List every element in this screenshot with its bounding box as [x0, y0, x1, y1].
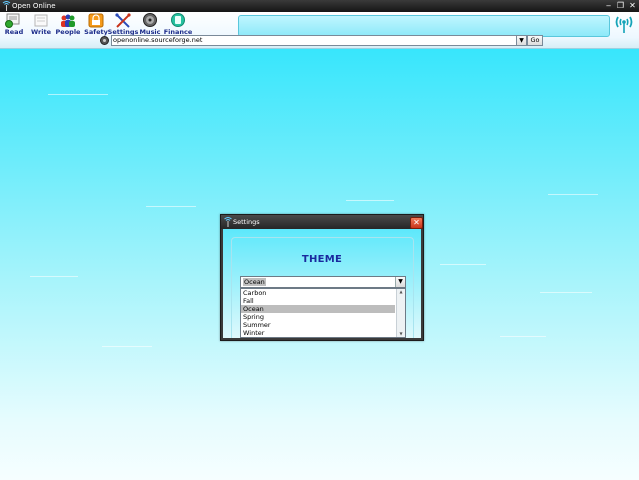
go-button[interactable]: Go: [527, 35, 543, 46]
chevron-down-icon[interactable]: ▼: [516, 35, 527, 46]
list-item[interactable]: Spring: [241, 313, 395, 321]
chevron-down-icon[interactable]: ▼: [395, 277, 405, 287]
app-logo-icon: [224, 217, 232, 227]
top-banner: [238, 15, 610, 37]
finance-icon: [171, 13, 185, 27]
chevron-up-icon[interactable]: ▲: [397, 289, 405, 295]
list-scrollbar[interactable]: ▲ ▼: [396, 289, 405, 337]
signal-icon: [615, 16, 633, 33]
dialog-title-bar[interactable]: Settings ✕: [221, 215, 423, 229]
toolbar: Read Write People Safety Settings Music …: [0, 12, 639, 49]
minimize-icon[interactable]: ‒: [604, 1, 613, 11]
list-item[interactable]: Winter: [241, 329, 395, 337]
app-logo-icon: [2, 1, 11, 11]
safety-icon: [88, 13, 104, 28]
background-streak: [30, 276, 78, 277]
music-icon: [143, 13, 157, 27]
close-icon[interactable]: ✕: [410, 217, 423, 229]
restore-icon[interactable]: ❐: [616, 1, 625, 11]
background-streak: [540, 292, 592, 293]
settings-dialog: Settings ✕ THEME Ocean ▼ Carbon Fall Oce…: [220, 214, 424, 341]
list-item[interactable]: Summer: [241, 321, 395, 329]
background-streak: [48, 94, 108, 95]
title-bar: Open Online ‒ ❐ ✕: [0, 0, 639, 12]
theme-select[interactable]: Ocean ▼: [240, 276, 406, 288]
list-item[interactable]: Ocean: [241, 305, 395, 313]
background-streak: [500, 336, 546, 337]
background-streak: [440, 264, 486, 265]
close-icon[interactable]: ✕: [628, 1, 637, 11]
background-streak: [548, 194, 598, 195]
read-icon: [5, 13, 20, 28]
settings-icon: [115, 13, 131, 28]
address-input[interactable]: openonline.sourceforge.net: [111, 35, 518, 46]
theme-heading: THEME: [301, 254, 343, 265]
finance-button[interactable]: Finance: [164, 13, 192, 37]
theme-select-value: Ocean: [243, 278, 266, 286]
dialog-title: Settings: [233, 218, 260, 226]
background-streak: [102, 346, 152, 347]
list-item[interactable]: Fall: [241, 297, 395, 305]
background-streak: [146, 206, 196, 207]
theme-list[interactable]: Carbon Fall Ocean Spring Summer Winter ▲…: [240, 288, 406, 338]
list-item[interactable]: Carbon: [241, 289, 395, 297]
write-icon: [34, 14, 48, 27]
people-icon: [61, 14, 75, 27]
window-title: Open Online: [12, 2, 56, 10]
chevron-down-icon[interactable]: ▼: [397, 331, 405, 337]
site-icon: [100, 36, 109, 45]
dialog-body: THEME Ocean ▼ Carbon Fall Ocean Spring S…: [223, 229, 421, 338]
background-streak: [346, 200, 394, 201]
